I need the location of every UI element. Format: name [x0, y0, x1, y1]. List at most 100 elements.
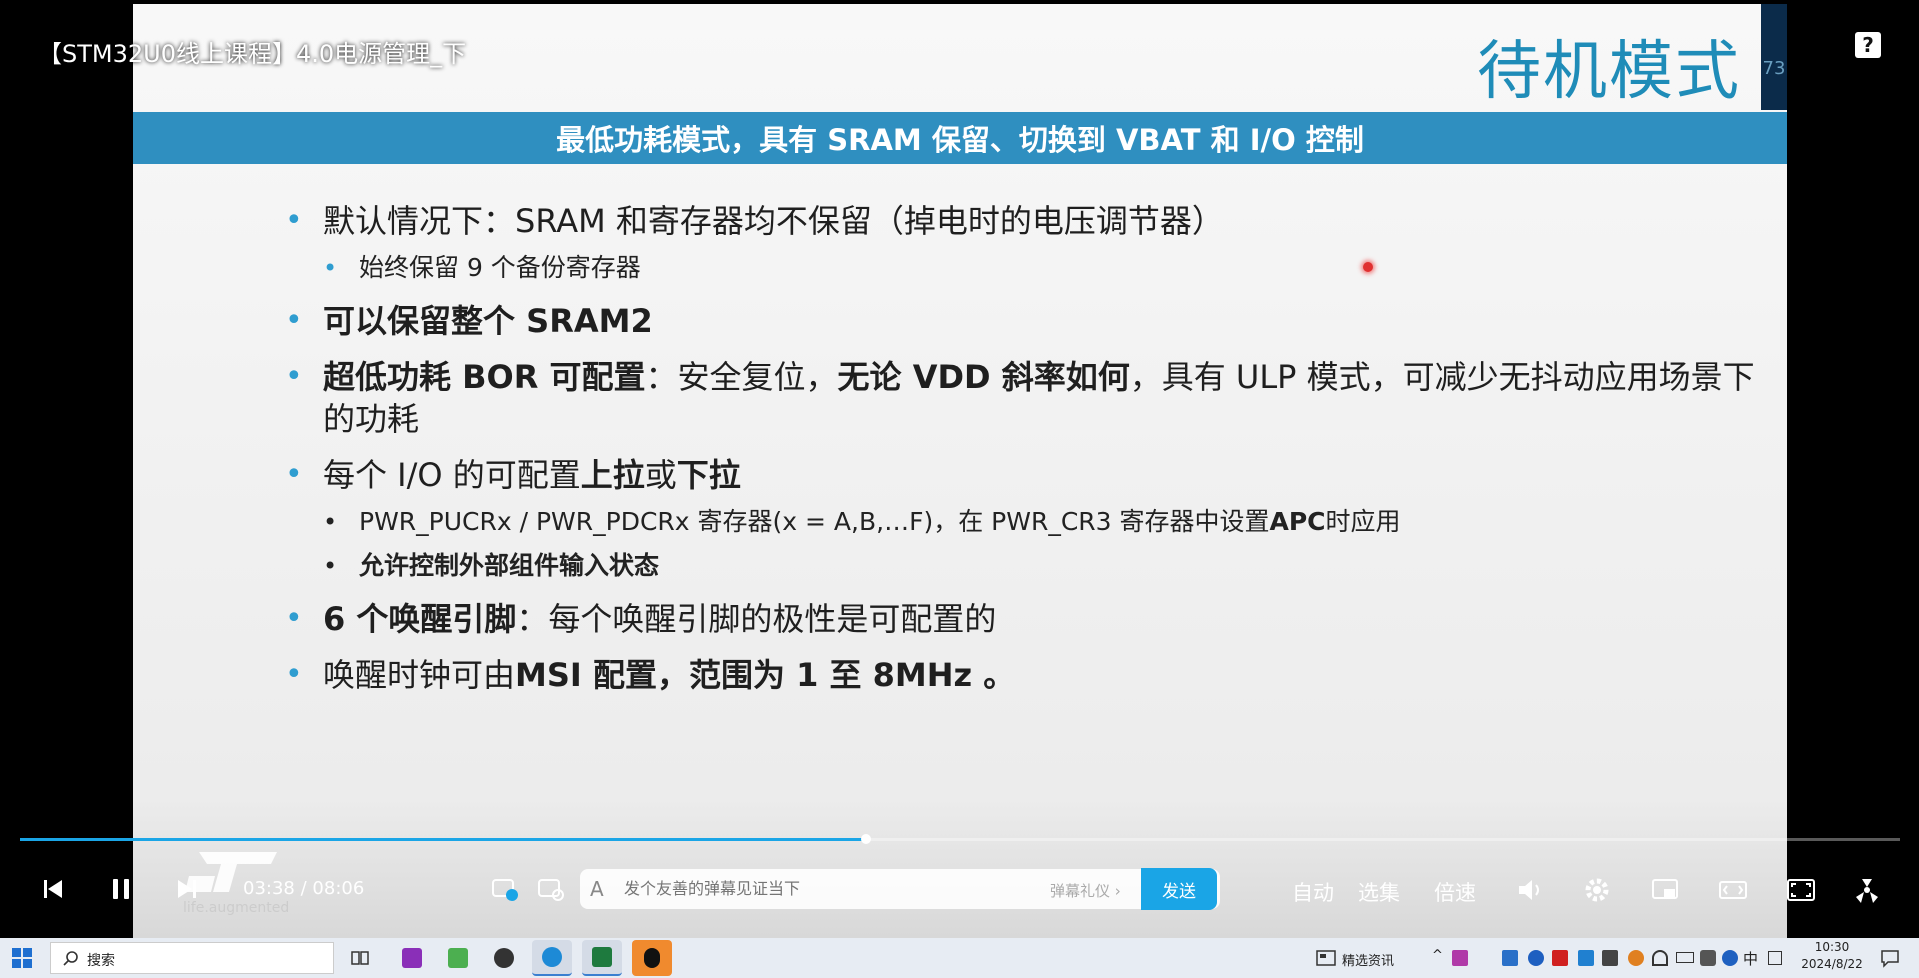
clock-date: 2024/8/22: [1801, 957, 1863, 971]
sub-bullet-pwr-text: PWR_PUCRx / PWR_PDCRx 寄存器(x = A,B,…F)，在 …: [359, 507, 1270, 536]
pause-icon[interactable]: [106, 874, 136, 904]
bullet-sram2-text: 可以保留整个 SRAM2: [323, 302, 653, 340]
notification-center-icon[interactable]: [1880, 948, 1900, 968]
danmaku-toggle-icon[interactable]: [490, 874, 520, 904]
tray-app-icon-4[interactable]: [1722, 950, 1738, 966]
bullet-io-bold-1: 上拉: [580, 456, 645, 494]
widescreen-icon[interactable]: [1718, 875, 1748, 905]
acrobat-tray-icon[interactable]: [1552, 950, 1568, 966]
ime-indicator[interactable]: 中: [1743, 948, 1758, 969]
bullet-io-text-2: 或: [644, 456, 677, 494]
bullet-wakeup-pins: 6 个唤醒引脚：每个唤醒引脚的极性是可配置的: [285, 598, 1755, 640]
search-icon: [63, 951, 78, 966]
progress-handle[interactable]: [861, 834, 871, 844]
danmaku-input[interactable]: [622, 878, 1026, 899]
taskbar-search[interactable]: 搜索: [50, 942, 334, 974]
sub-bullet-pwr-bold: APC: [1269, 507, 1326, 536]
help-icon[interactable]: ?: [1855, 32, 1881, 58]
tray-search-app-icon[interactable]: [1628, 950, 1644, 966]
danmaku-etiquette-link[interactable]: 弹幕礼仪 ›: [1050, 880, 1121, 901]
news-label[interactable]: 精选资讯: [1342, 950, 1394, 969]
episodes-button[interactable]: 选集: [1358, 877, 1400, 907]
picture-in-picture-icon[interactable]: [1650, 875, 1680, 905]
speed-button[interactable]: 倍速: [1434, 877, 1476, 907]
video-frame-slide: 待机模式 73 最低功耗模式，具有 SRAM 保留、切换到 VBAT 和 I/O…: [133, 4, 1787, 938]
bullet-wakeup-clock: 唤醒时钟可由MSI 配置，范围为 1 至 8MHz 。: [285, 654, 1755, 696]
slide-title: 待机模式: [1477, 35, 1741, 109]
taskbar-app-onenote[interactable]: [392, 940, 432, 976]
qq-app-icon: [644, 948, 660, 968]
bullet-io-pull: 每个 I/O 的可配置上拉或下拉: [285, 454, 1755, 496]
sub-bullet-external-input: 允许控制外部组件输入状态: [285, 548, 1755, 584]
edge-browser-icon: [542, 947, 562, 967]
taskbar-app-edge[interactable]: [532, 940, 572, 976]
bullet-sram2: 可以保留整个 SRAM2: [285, 300, 1755, 342]
settings-gear-icon[interactable]: [1582, 875, 1612, 905]
tray-overflow-icon[interactable]: ^: [1432, 948, 1443, 963]
bullet-default-retention: 默认情况下：SRAM 和寄存器均不保留（掉电时的电压调节器）: [285, 200, 1755, 242]
volume-icon[interactable]: [1515, 875, 1545, 905]
video-title: 【STM32U0线上课程】4.0电源管理_下: [38, 40, 467, 68]
taskbar-app-editor[interactable]: [438, 940, 478, 976]
bullet-io-text-1: 每个 I/O 的可配置: [323, 456, 581, 494]
send-danmaku-button[interactable]: 发送: [1141, 868, 1217, 910]
slide-subtitle-band: 最低功耗模式，具有 SRAM 保留、切换到 VBAT 和 I/O 控制: [133, 112, 1787, 164]
web-fullscreen-icon[interactable]: [1786, 875, 1816, 905]
progress-bar[interactable]: [20, 834, 1900, 844]
ime-mode-icon[interactable]: [1768, 951, 1782, 965]
bullet-wakeup-bold: 6 个唤醒引脚: [323, 600, 517, 638]
bullet-bor: 超低功耗 BOR 可配置：安全复位，无论 VDD 斜率如何，具有 ULP 模式，…: [285, 356, 1755, 440]
tray-app-icon-2[interactable]: [1578, 950, 1594, 966]
onenote-app-icon: [402, 948, 422, 968]
bullet-clock-text: 唤醒时钟可由: [323, 656, 516, 694]
bullet-io-bold-2: 下拉: [676, 456, 741, 494]
next-icon[interactable]: [172, 874, 202, 904]
duration: 08:06: [312, 878, 365, 899]
current-time: 03:38: [243, 878, 295, 899]
taskbar-app-qq[interactable]: [632, 940, 672, 976]
bullet-bor-bold-1: 超低功耗 BOR 可配置: [323, 358, 646, 396]
tool-app-icon: [494, 948, 514, 968]
speaker-icon[interactable]: [1700, 950, 1716, 966]
sub-bullet-pwr-tail: 时应用: [1325, 507, 1401, 536]
task-view-icon[interactable]: [350, 948, 370, 968]
danmaku-bar: A 弹幕礼仪 ›: [580, 869, 1220, 909]
tray-network-app-icon[interactable]: [1502, 950, 1518, 966]
bullet-bor-text-1: ：安全复位，: [645, 358, 838, 396]
sub-bullet-backup-registers: 始终保留 9 个备份寄存器: [285, 250, 1755, 286]
taskbar-app-tool[interactable]: [484, 940, 524, 976]
windows-start-icon[interactable]: [12, 948, 32, 968]
tray-app-icon[interactable]: [1452, 950, 1468, 966]
battery-icon[interactable]: [1676, 952, 1694, 963]
taskbar-app-excel[interactable]: [582, 940, 622, 976]
time-display: 03:38 / 08:06: [243, 878, 364, 899]
sub-bullet-external-input-text: 允许控制外部组件输入状态: [359, 551, 660, 580]
slide-corner-bar: [1761, 4, 1787, 110]
slide-bullet-list: 默认情况下：SRAM 和寄存器均不保留（掉电时的电压调节器） 始终保留 9 个备…: [285, 200, 1755, 710]
clock-time: 10:30: [1814, 940, 1850, 954]
bullet-clock-bold: MSI 配置，范围为 1 至 8MHz 。: [515, 656, 1016, 694]
excel-app-icon: [592, 947, 612, 967]
video-player[interactable]: 待机模式 73 最低功耗模式，具有 SRAM 保留、切换到 VBAT 和 I/O…: [0, 0, 1919, 938]
fullscreen-icon[interactable]: [1852, 875, 1882, 905]
progress-fill: [20, 838, 866, 841]
time-separator: /: [300, 878, 307, 899]
sub-bullet-pwr-registers: PWR_PUCRx / PWR_PDCRx 寄存器(x = A,B,…F)，在 …: [285, 504, 1755, 540]
search-label: 搜索: [87, 953, 115, 969]
tray-app-icon-3[interactable]: [1602, 950, 1618, 966]
wifi-icon[interactable]: [1652, 950, 1668, 966]
editor-app-icon: [448, 948, 468, 968]
previous-icon[interactable]: [38, 874, 68, 904]
slide-page-number: 73: [1762, 58, 1786, 79]
danmaku-settings-icon[interactable]: [536, 874, 566, 904]
bullet-wakeup-text: ：每个唤醒引脚的极性是可配置的: [516, 600, 997, 638]
danmaku-style-icon[interactable]: A: [590, 877, 604, 901]
windows-taskbar: 搜索 精选资讯 ^ 中 10:30 2024/8/22: [0, 938, 1919, 978]
player-controls: 03:38 / 08:06 A 弹幕礼仪 › 自动 选集 倍速: [0, 860, 1919, 920]
auto-quality-button[interactable]: 自动: [1292, 877, 1334, 907]
bullet-bor-bold-2: 无论 VDD 斜率如何: [837, 358, 1130, 396]
news-widget-icon[interactable]: [1316, 949, 1336, 967]
laser-pointer-dot: [1363, 262, 1373, 272]
bluetooth-icon[interactable]: [1528, 950, 1544, 966]
clock[interactable]: 10:30 2024/8/22: [1796, 940, 1868, 971]
